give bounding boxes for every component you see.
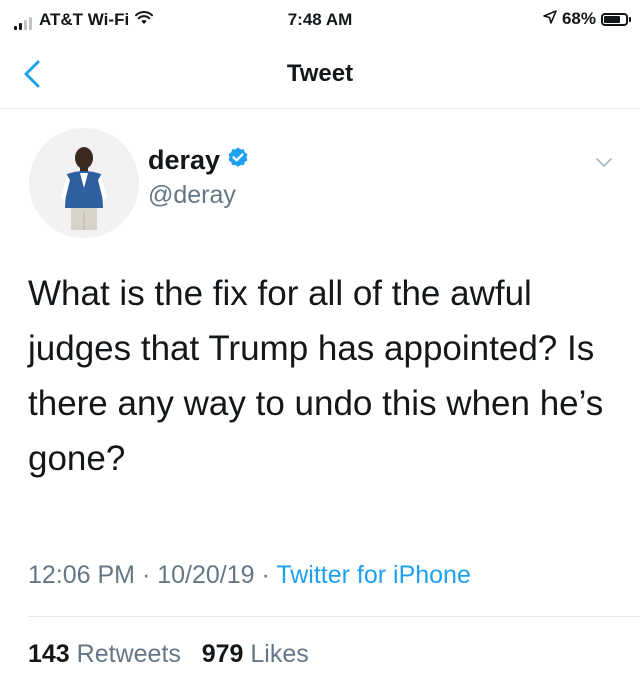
likes-label: Likes [250, 640, 309, 668]
tweet-meta: 12:06 PM · 10/20/19 · Twitter for iPhone [28, 561, 471, 590]
meta-separator: · [135, 561, 158, 589]
location-arrow-icon [543, 9, 557, 29]
author-name[interactable]: deray [148, 145, 220, 176]
battery-icon [601, 12, 631, 26]
divider [28, 616, 640, 617]
status-bar: AT&T Wi-Fi 7:48 AM 68% [0, 0, 640, 40]
likes-count: 979 [201, 640, 244, 668]
likes-stat[interactable]: 979 Likes [202, 640, 309, 668]
avatar-person-image [29, 128, 139, 238]
battery-level-fill [604, 15, 620, 23]
tweet-stats: 143 Retweets 979 Likes [28, 640, 309, 669]
tweet-time: 12:06 PM [28, 561, 136, 589]
retweets-label: Retweets [76, 640, 181, 668]
tweet-date: 10/20/19 [157, 561, 255, 589]
tweet-source-link[interactable]: Twitter for iPhone [276, 561, 471, 589]
meta-separator: · [254, 561, 277, 589]
battery-percent: 68% [561, 9, 596, 28]
retweets-stat[interactable]: 143 Retweets [28, 640, 181, 668]
status-right: 68% [543, 9, 631, 29]
page-title: Tweet [286, 60, 354, 87]
chevron-down-icon [596, 158, 612, 167]
avatar[interactable] [29, 128, 139, 238]
nav-bar: Tweet [0, 40, 640, 109]
author-name-row[interactable]: deray [148, 145, 250, 176]
author-handle[interactable]: @deray [148, 181, 236, 210]
verified-badge-icon [226, 146, 250, 175]
more-options-button[interactable] [592, 150, 616, 174]
tweet-text: What is the fix for all of the awful jud… [28, 274, 604, 478]
retweets-count: 143 [28, 640, 70, 668]
